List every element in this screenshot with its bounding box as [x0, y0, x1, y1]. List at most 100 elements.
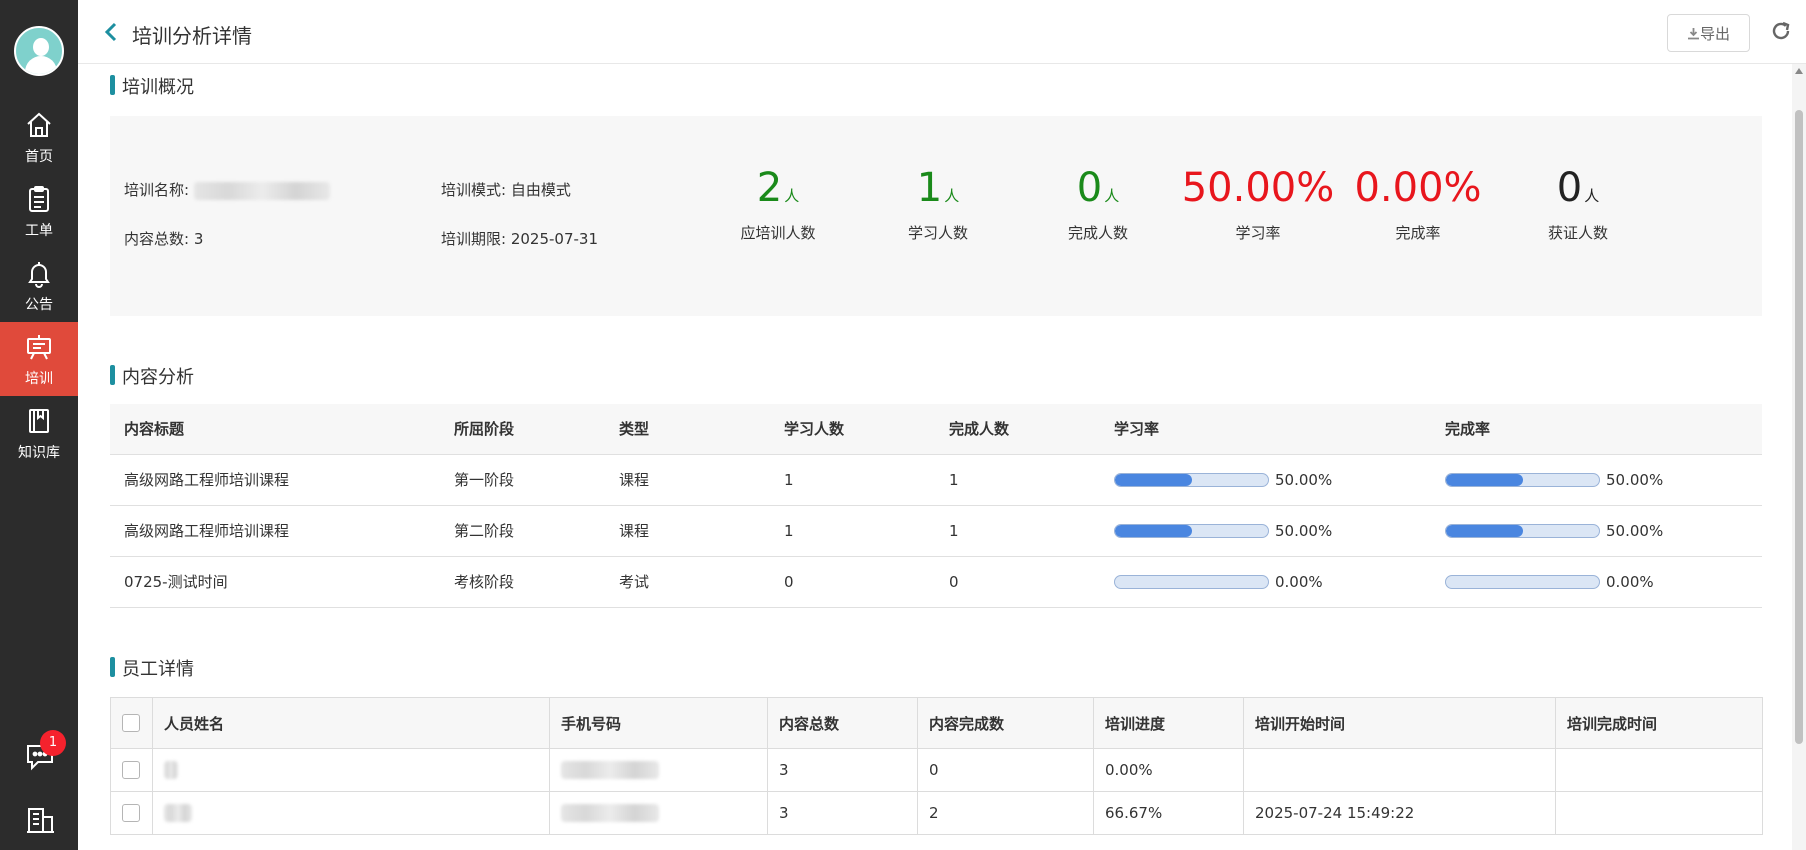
- training-deadline-value: 2025-07-31: [510, 230, 599, 248]
- progress-bar: [1445, 472, 1600, 487]
- download-icon: [1687, 27, 1699, 39]
- cell-end: [1555, 791, 1763, 835]
- sidebar-item-label: 首页: [25, 149, 53, 165]
- table-row: 高级网路工程师培训课程 第一阶段 课程 1 1 50.00% 50.00%: [110, 453, 1762, 505]
- row-checkbox[interactable]: [122, 761, 140, 780]
- stat-value: 0.00%: [1354, 165, 1482, 211]
- table-row: 3 2 66.67% 2025-07-24 15:49:22: [110, 791, 1763, 835]
- sidebar-item-label: 工单: [25, 223, 53, 239]
- cell-start: [1243, 748, 1556, 792]
- cell-progress: 66.67%: [1093, 791, 1244, 835]
- progress-label: 50.00%: [1275, 470, 1333, 489]
- cell-complete_rate: 0.00%: [1431, 555, 1762, 608]
- cell-name: [152, 748, 550, 792]
- sidebar-item-home[interactable]: 首页: [0, 100, 78, 174]
- cell-learn_rate: 50.00%: [1100, 453, 1431, 505]
- progress-fill: [1446, 524, 1523, 537]
- column-header: 学习人数: [770, 404, 935, 454]
- cell-phone: [549, 748, 768, 792]
- cell-completed: 1: [935, 453, 1100, 505]
- progress-bar: [1114, 523, 1269, 538]
- cell-title: 0725-测试时间: [110, 555, 440, 608]
- stat-4: 0.00% 完成率: [1338, 162, 1498, 243]
- progress-bar: [1114, 574, 1269, 589]
- chevron-left-icon[interactable]: [104, 22, 118, 42]
- building-icon[interactable]: [24, 804, 56, 836]
- cell-title: 高级网路工程师培训课程: [110, 504, 440, 556]
- progress-bar: [1445, 523, 1600, 538]
- cell-total: 3: [767, 791, 918, 835]
- redacted-phone: [561, 761, 659, 780]
- column-header: 手机号码: [549, 697, 768, 749]
- progress-bar: [1445, 574, 1600, 589]
- progress-label: 50.00%: [1275, 521, 1333, 540]
- column-header: 完成人数: [935, 404, 1100, 454]
- content-analysis-table: 内容标题 所屈阶段 类型 学习人数 完成人数 学习率 完成率 高级网路工程师培训…: [110, 404, 1762, 608]
- cell-stage: 第二阶段: [440, 504, 605, 556]
- sidebar-item-knowledge-base[interactable]: 知识库: [0, 396, 78, 470]
- stat-caption: 学习率: [1235, 224, 1281, 242]
- section-title-employees: 员工详情: [110, 655, 194, 681]
- export-button[interactable]: 导出: [1667, 14, 1750, 52]
- refresh-icon[interactable]: [1770, 20, 1792, 42]
- select-cell: [110, 748, 153, 792]
- stat-value-line: 1人: [858, 162, 1018, 214]
- sidebar-item-training[interactable]: 培训: [0, 322, 78, 396]
- cell-end: [1555, 748, 1763, 792]
- stat-value-line: 0人: [1018, 162, 1178, 214]
- avatar[interactable]: [14, 26, 64, 76]
- sidebar-item-workorder[interactable]: 工单: [0, 174, 78, 248]
- cell-completed: 0: [935, 555, 1100, 608]
- overview-panel: 培训名称: 内容总数: 3 培训模式: 自由模式 培训期限: 2025-07-3…: [110, 116, 1762, 316]
- progress-label: 50.00%: [1606, 470, 1664, 489]
- cell-type: 课程: [605, 453, 770, 505]
- stat-3: 50.00% 学习率: [1178, 162, 1338, 243]
- column-header: 人员姓名: [152, 697, 550, 749]
- cell-start: 2025-07-24 15:49:22: [1243, 791, 1556, 835]
- content-total: 内容总数: 3: [124, 228, 203, 249]
- training-board-icon: [27, 335, 51, 360]
- sidebar-item-label: 培训: [25, 371, 53, 387]
- stat-unit: 人: [784, 187, 800, 205]
- training-mode: 培训模式: 自由模式: [441, 179, 571, 200]
- stat-value-line: 0人: [1498, 162, 1658, 214]
- select-cell: [110, 791, 153, 835]
- stat-value-line: 50.00%: [1178, 162, 1338, 214]
- stat-1: 1 人学习人数: [858, 162, 1018, 243]
- column-header: 培训进度: [1093, 697, 1244, 749]
- stat-value: 0: [1556, 165, 1583, 211]
- column-header: 学习率: [1100, 404, 1431, 454]
- cell-stage: 第一阶段: [440, 453, 605, 505]
- stat-0: 2 人应培训人数: [698, 162, 858, 243]
- stat-2: 0 人完成人数: [1018, 162, 1178, 243]
- cell-progress: 0.00%: [1093, 748, 1244, 792]
- stat-caption: 完成人数: [1067, 224, 1128, 242]
- scrollbar-thumb[interactable]: [1795, 110, 1803, 744]
- scroll-up-arrow[interactable]: [1795, 68, 1803, 74]
- column-header: 类型: [605, 404, 770, 454]
- cell-phone: [549, 791, 768, 835]
- select-all-checkbox[interactable]: [122, 714, 140, 733]
- vertical-scrollbar[interactable]: [1792, 64, 1806, 850]
- cell-name: [152, 791, 550, 835]
- row-checkbox[interactable]: [122, 804, 140, 823]
- employee-table: 人员姓名 手机号码 内容总数 内容完成数 培训进度 培训开始时间 培训完成时间 …: [110, 697, 1763, 835]
- training-mode-label: 培训模式:: [441, 181, 507, 199]
- progress-label: 0.00%: [1606, 572, 1654, 591]
- cell-learn_rate: 0.00%: [1100, 555, 1431, 608]
- message-badge: 1: [40, 730, 66, 756]
- cell-done: 0: [917, 748, 1094, 792]
- sidebar-item-label: 知识库: [18, 445, 60, 461]
- training-name: 培训名称:: [124, 179, 330, 200]
- sidebar-item-announcement[interactable]: 公告: [0, 248, 78, 322]
- content-total-label: 内容总数:: [124, 230, 190, 248]
- stat-unit: 人: [1584, 187, 1600, 205]
- column-header: 培训开始时间: [1243, 697, 1556, 749]
- stat-caption: 获证人数: [1547, 224, 1608, 242]
- cell-learners: 1: [770, 453, 935, 505]
- progress-label: 0.00%: [1275, 572, 1323, 591]
- export-label: 导出: [1699, 24, 1730, 43]
- table-header-row: 内容标题 所屈阶段 类型 学习人数 完成人数 学习率 完成率: [110, 404, 1762, 454]
- redacted-phone: [561, 804, 659, 823]
- section-title-overview: 培训概况: [110, 73, 194, 99]
